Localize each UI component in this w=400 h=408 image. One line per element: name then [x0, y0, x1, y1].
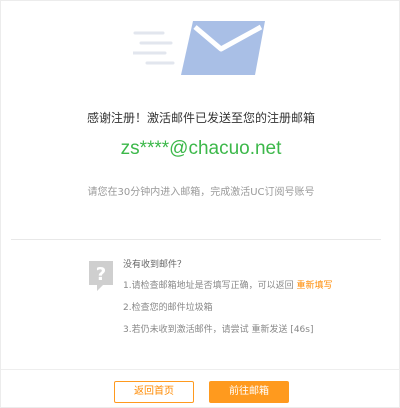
refill-email-link[interactable]: 重新填写 — [296, 281, 332, 291]
go-to-mailbox-button[interactable]: 前往邮箱 — [209, 381, 289, 403]
section-divider — [11, 239, 381, 240]
registered-email: zs****@chacuo.net — [120, 138, 282, 159]
help-item-1-text: 1.请检查邮箱地址是否填写正确，可以返回 — [123, 281, 294, 291]
back-home-button[interactable]: 返回首页 — [114, 381, 194, 403]
envelope-icon — [133, 21, 265, 75]
confirmation-title: 感谢注册！激活邮件已发送至您的注册邮箱 — [86, 111, 315, 125]
question-icon: ? — [89, 261, 113, 291]
activation-card: 感谢注册！激活邮件已发送至您的注册邮箱 zs****@chacuo.net 请您… — [0, 0, 400, 408]
activation-hint: 请您在30分钟内进入邮箱，完成激活UC订阅号账号 — [87, 187, 315, 198]
help-section: 没有收到邮件？ 1.请检查邮箱地址是否填写正确，可以返回 重新填写 2.检查您的… — [123, 259, 393, 346]
help-heading: 没有收到邮件？ — [123, 260, 187, 270]
footer-divider — [1, 369, 400, 370]
help-item-3[interactable]: 3.若仍未收到激活邮件，请尝试 重新发送 [46s] — [123, 324, 393, 337]
help-item-1: 1.请检查邮箱地址是否填写正确，可以返回 重新填写 — [123, 280, 393, 293]
svg-text:?: ? — [96, 264, 106, 285]
help-item-2: 2.检查您的邮件垃圾箱 — [123, 303, 213, 313]
